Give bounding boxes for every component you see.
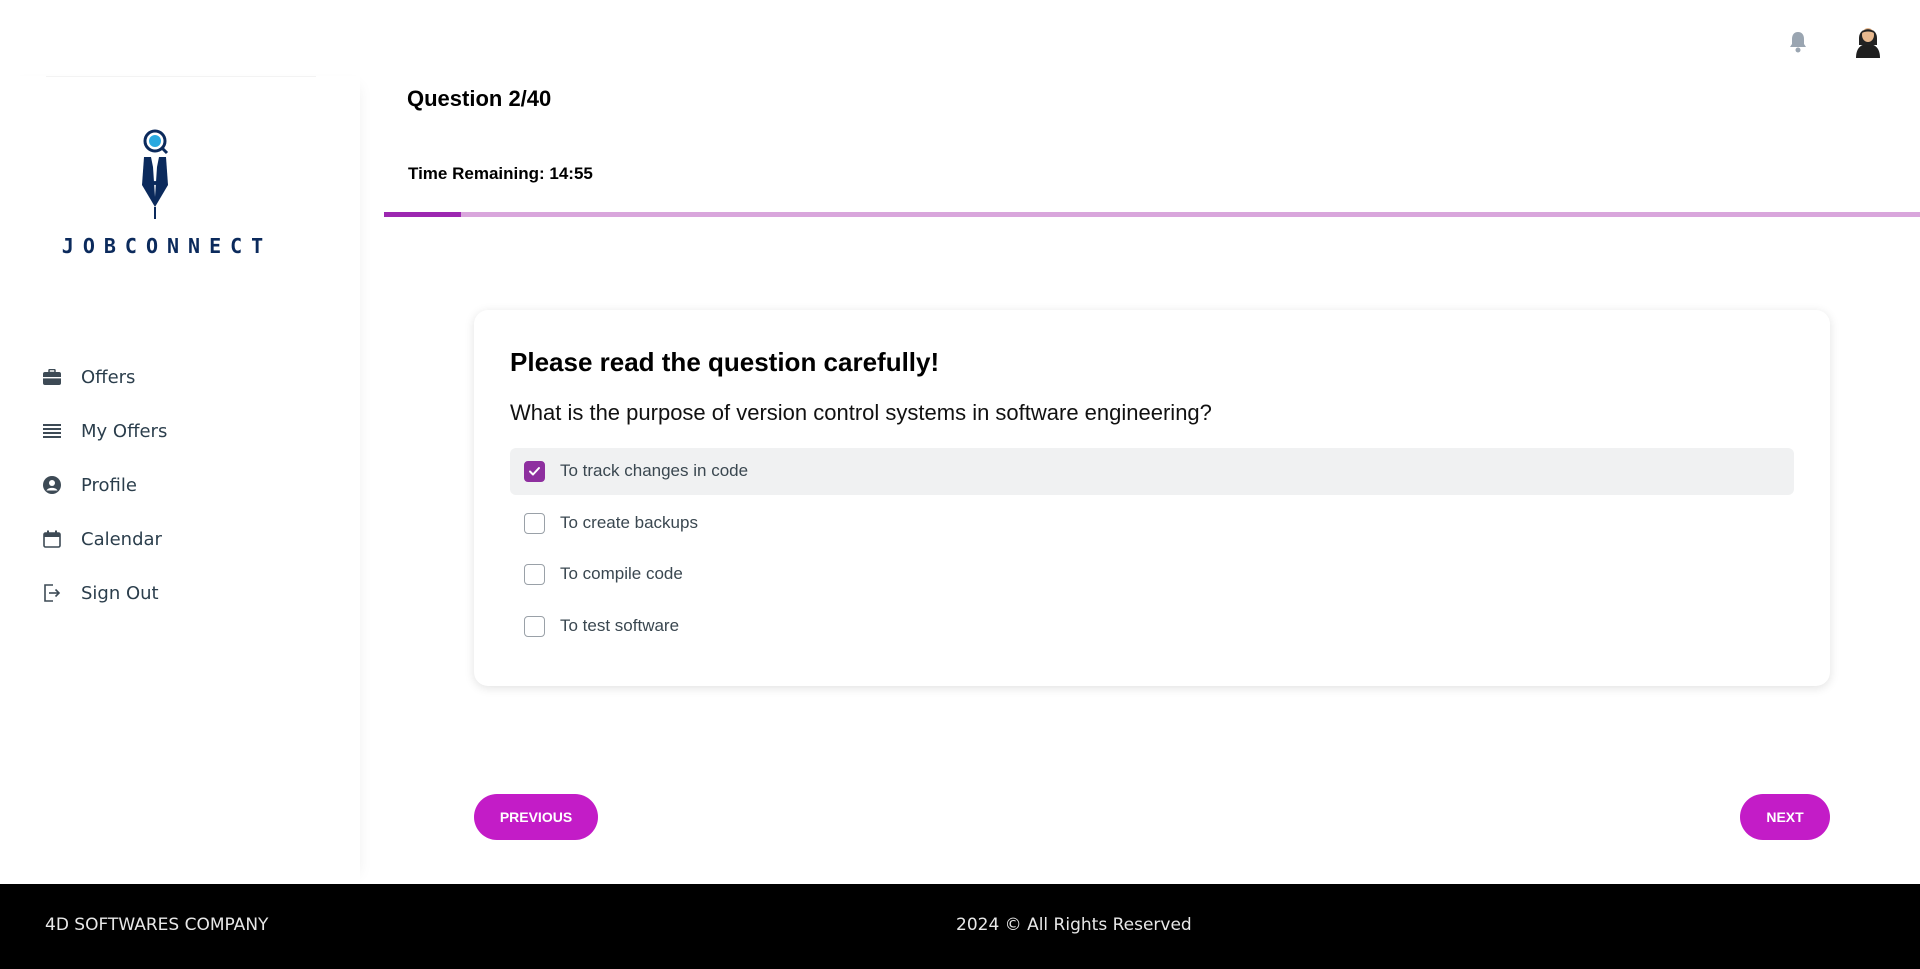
footer: 4D SOFTWARES COMPANY 2024 © All Rights R…	[0, 884, 1920, 969]
checkbox[interactable]	[524, 461, 545, 482]
sidebar-item-label: Offers	[81, 366, 136, 388]
sidebar-item-my-offers[interactable]: My Offers	[0, 404, 360, 458]
bell-icon[interactable]	[1784, 28, 1812, 56]
sidebar-item-calendar[interactable]: Calendar	[0, 512, 360, 566]
calendar-icon	[42, 529, 62, 549]
question-text: What is the purpose of version control s…	[510, 400, 1212, 425]
sidebar: JOBCONNECT Offers My Offers Profile Cale…	[0, 76, 360, 884]
progress-bar	[384, 212, 1920, 217]
progress-bar-fill	[384, 212, 461, 217]
sidebar-item-label: My Offers	[81, 420, 168, 442]
answer-option[interactable]: To test software	[510, 603, 1794, 650]
answer-option[interactable]: To track changes in code	[510, 448, 1794, 495]
time-remaining: Time Remaining: 14:55	[408, 164, 593, 183]
question-card-title: Please read the question carefully!	[510, 347, 940, 377]
briefcase-icon	[42, 367, 62, 387]
checkbox[interactable]	[524, 564, 545, 585]
previous-button[interactable]: PREVIOUS	[474, 794, 598, 840]
sidebar-item-label: Sign Out	[81, 582, 159, 604]
answer-options: To track changes in code To create backu…	[510, 448, 1794, 654]
answer-option-label: To test software	[560, 615, 680, 635]
next-button[interactable]: NEXT	[1740, 794, 1830, 840]
sidebar-item-sign-out[interactable]: Sign Out	[0, 566, 360, 620]
sidebar-item-label: Calendar	[81, 528, 162, 550]
list-icon	[42, 421, 62, 441]
question-card: Please read the question carefully! What…	[474, 310, 1830, 686]
logo-text: JOBCONNECT	[61, 234, 273, 258]
sidebar-item-offers[interactable]: Offers	[0, 350, 360, 404]
user-circle-icon	[42, 475, 62, 495]
answer-option-label: To track changes in code	[560, 461, 749, 480]
checkbox[interactable]	[524, 512, 545, 534]
logo-mark-icon	[134, 127, 194, 227]
logo[interactable]: JOBCONNECT	[46, 76, 316, 266]
answer-option[interactable]: To create backups	[510, 500, 1794, 547]
top-bar	[0, 0, 1920, 76]
answer-option-label: To compile code	[560, 564, 683, 583]
sidebar-nav: Offers My Offers Profile Calendar Sign O…	[0, 350, 360, 620]
check-icon	[529, 467, 540, 476]
answer-option-label: To create backups	[560, 512, 698, 532]
sidebar-item-profile[interactable]: Profile	[0, 458, 360, 512]
question-counter: Question 2/40	[407, 86, 552, 111]
footer-company: 4D SOFTWARES COMPANY	[45, 915, 269, 935]
sidebar-item-label: Profile	[81, 474, 137, 496]
answer-option[interactable]: To compile code	[510, 551, 1794, 598]
user-avatar-icon[interactable]	[1850, 20, 1886, 58]
footer-copyright: 2024 © All Rights Reserved	[956, 915, 1192, 935]
sign-out-icon	[42, 583, 62, 603]
checkbox[interactable]	[524, 615, 545, 637]
